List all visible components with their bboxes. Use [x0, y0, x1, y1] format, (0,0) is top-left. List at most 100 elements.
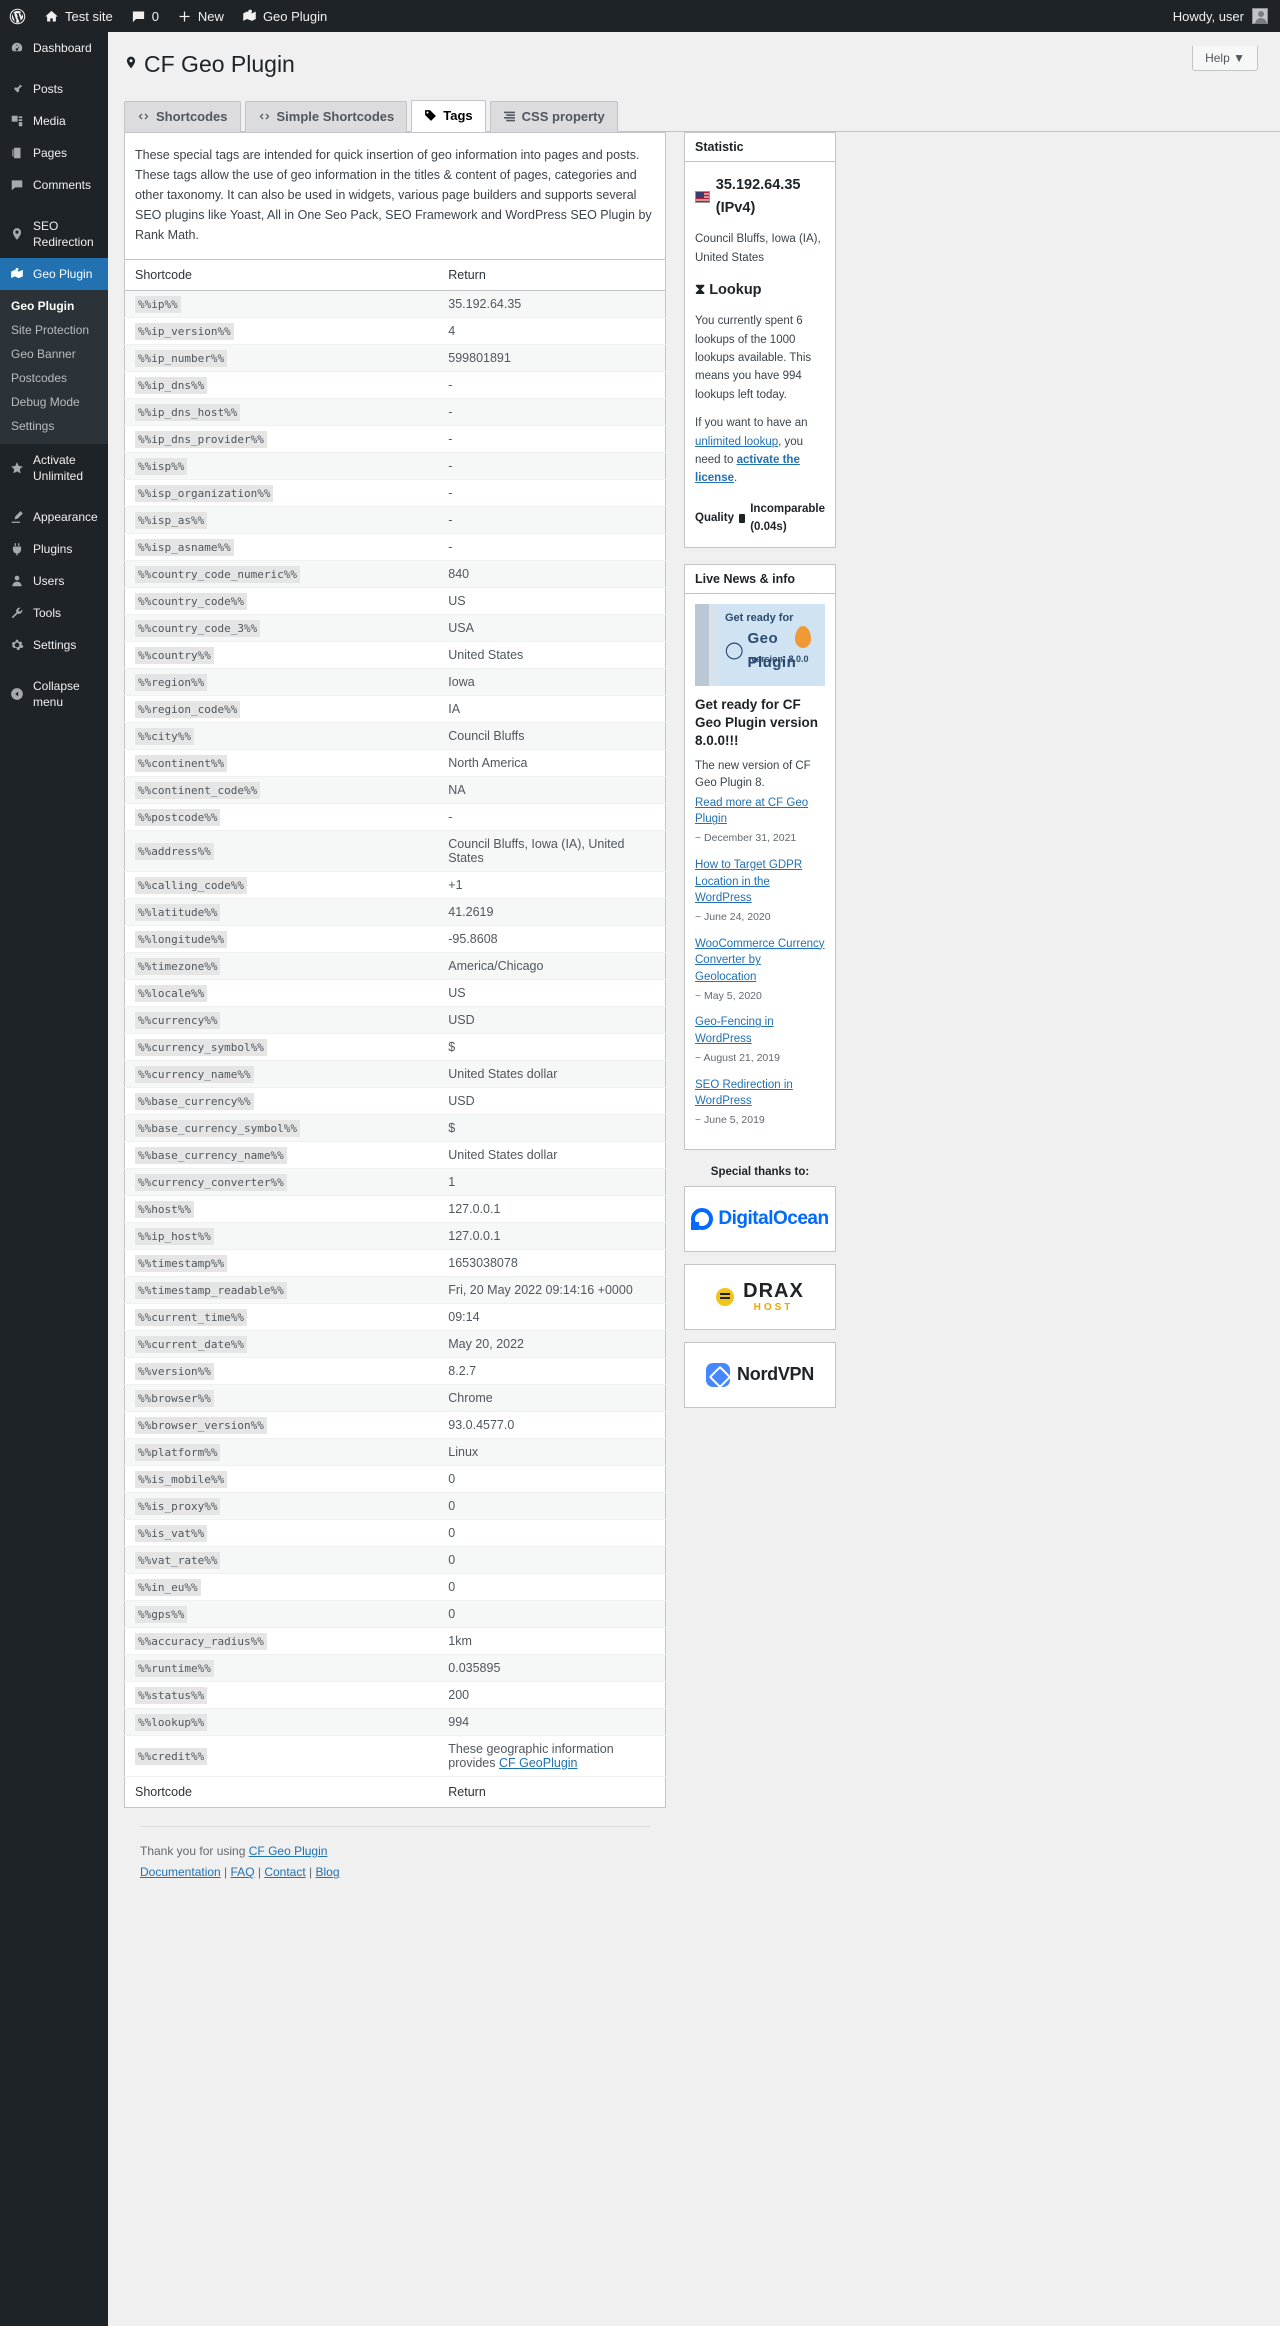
shortcode-token[interactable]: %%latitude%% — [135, 903, 221, 921]
footer-link-faq[interactable]: FAQ — [231, 1865, 255, 1879]
submenu-item-settings[interactable]: Settings — [0, 414, 108, 438]
shortcode-token[interactable]: %%timezone%% — [135, 957, 221, 975]
shortcode-token[interactable]: %%accuracy_radius%% — [135, 1632, 267, 1650]
footer-link-blog[interactable]: Blog — [315, 1865, 339, 1879]
submenu-item-debug-mode[interactable]: Debug Mode — [0, 390, 108, 414]
shortcode-token[interactable]: %%isp_organization%% — [135, 484, 274, 502]
sidebar-item-plugins[interactable]: Plugins — [0, 533, 108, 565]
sidebar-item-comments[interactable]: Comments — [0, 169, 108, 201]
shortcode-token[interactable]: %%in_eu%% — [135, 1578, 201, 1596]
cf-geoplugin-credit-link[interactable]: CF GeoPlugin — [499, 1756, 578, 1770]
sidebar-item-seo-redirection[interactable]: SEO Redirection — [0, 210, 108, 258]
sidebar-item-geo-plugin[interactable]: Geo Plugin — [0, 258, 108, 290]
unlimited-lookup-link[interactable]: unlimited lookup — [695, 436, 778, 448]
sponsor-draxhost[interactable]: DRAX HOST — [684, 1263, 836, 1330]
sidebar-item-collapse-menu[interactable]: Collapse menu — [0, 670, 108, 718]
tab-css-property[interactable]: CSS property — [489, 100, 618, 132]
shortcode-token[interactable]: %%runtime%% — [135, 1659, 214, 1677]
sidebar-item-tools[interactable]: Tools — [0, 597, 108, 629]
sidebar-item-dashboard[interactable]: Dashboard — [0, 32, 108, 64]
shortcode-token[interactable]: %%region%% — [135, 673, 208, 691]
shortcode-token[interactable]: %%region_code%% — [135, 700, 241, 718]
shortcode-token[interactable]: %%ip_dns%% — [135, 376, 208, 394]
shortcode-token[interactable]: %%country_code_numeric%% — [135, 565, 300, 583]
shortcode-token[interactable]: %%host%% — [135, 1200, 194, 1218]
shortcode-token[interactable]: %%current_time%% — [135, 1308, 247, 1326]
sidebar-item-appearance[interactable]: Appearance — [0, 501, 108, 533]
shortcode-token[interactable]: %%ip%% — [135, 295, 181, 313]
shortcode-token[interactable]: %%address%% — [135, 842, 214, 860]
shortcode-token[interactable]: %%ip_dns_host%% — [135, 403, 241, 421]
shortcode-token[interactable]: %%credit%% — [135, 1747, 208, 1765]
adminbar-item-new[interactable]: New — [168, 0, 233, 32]
shortcode-token[interactable]: %%browser_version%% — [135, 1416, 267, 1434]
adminbar-item-geo-plugin[interactable]: Geo Plugin — [233, 0, 336, 32]
help-tab-button[interactable]: Help ▼ — [1192, 46, 1258, 71]
shortcode-token[interactable]: %%locale%% — [135, 984, 208, 1002]
shortcode-token[interactable]: %%status%% — [135, 1686, 208, 1704]
shortcode-token[interactable]: %%browser%% — [135, 1389, 214, 1407]
shortcode-token[interactable]: %%current_date%% — [135, 1335, 247, 1353]
news-readmore-link[interactable]: Read more at CF Geo Plugin — [695, 795, 825, 828]
shortcode-token[interactable]: %%ip_version%% — [135, 322, 234, 340]
news-link-geofencing[interactable]: Geo-Fencing in WordPress — [695, 1014, 825, 1047]
news-banner-image[interactable]: Get ready for Geo Plugin version: 8.0.0 — [695, 603, 825, 686]
shortcode-token[interactable]: %%timestamp%% — [135, 1254, 228, 1272]
shortcode-token[interactable]: %%base_currency_symbol%% — [135, 1119, 300, 1137]
shortcode-token[interactable]: %%currency%% — [135, 1011, 221, 1029]
shortcode-token[interactable]: %%lookup%% — [135, 1713, 208, 1731]
news-link-seo-redirection[interactable]: SEO Redirection in WordPress — [695, 1077, 825, 1110]
shortcode-token[interactable]: %%is_mobile%% — [135, 1470, 228, 1488]
wordpress-logo-button[interactable] — [0, 0, 35, 32]
tab-tags[interactable]: Tags — [411, 99, 486, 132]
shortcode-token[interactable]: %%calling_code%% — [135, 876, 247, 894]
shortcode-token[interactable]: %%postcode%% — [135, 808, 221, 826]
shortcode-token[interactable]: %%platform%% — [135, 1443, 221, 1461]
shortcode-token[interactable]: %%currency_name%% — [135, 1065, 254, 1083]
sidebar-item-posts[interactable]: Posts — [0, 73, 108, 105]
sidebar-item-media[interactable]: Media — [0, 105, 108, 137]
adminbar-item-comments[interactable]: 0 — [122, 0, 168, 32]
shortcode-token[interactable]: %%is_vat%% — [135, 1524, 208, 1542]
sidebar-item-settings[interactable]: Settings — [0, 629, 108, 661]
shortcode-token[interactable]: %%timestamp_readable%% — [135, 1281, 287, 1299]
shortcode-token[interactable]: %%gps%% — [135, 1605, 188, 1623]
footer-link-documentation[interactable]: Documentation — [140, 1865, 221, 1879]
sponsor-nordvpn[interactable]: NordVPN — [684, 1341, 836, 1408]
shortcode-token[interactable]: %%country_code%% — [135, 592, 247, 610]
adminbar-item-site[interactable]: Test site — [35, 0, 122, 32]
shortcode-token[interactable]: %%version%% — [135, 1362, 214, 1380]
shortcode-token[interactable]: %%ip_dns_provider%% — [135, 430, 267, 448]
submenu-item-geo-banner[interactable]: Geo Banner — [0, 342, 108, 366]
shortcode-token[interactable]: %%base_currency%% — [135, 1092, 254, 1110]
tab-shortcodes[interactable]: Shortcodes — [124, 100, 241, 132]
shortcode-token[interactable]: %%is_proxy%% — [135, 1497, 221, 1515]
shortcode-token[interactable]: %%isp_asname%% — [135, 538, 234, 556]
footer-link-contact[interactable]: Contact — [264, 1865, 305, 1879]
shortcode-token[interactable]: %%continent_code%% — [135, 781, 261, 799]
footer-plugin-link[interactable]: CF Geo Plugin — [249, 1844, 328, 1858]
adminbar-account[interactable]: Howdy, user — [1173, 8, 1280, 24]
shortcode-token[interactable]: %%continent%% — [135, 754, 228, 772]
shortcode-token[interactable]: %%country%% — [135, 646, 214, 664]
submenu-item-postcodes[interactable]: Postcodes — [0, 366, 108, 390]
sidebar-item-pages[interactable]: Pages — [0, 137, 108, 169]
shortcode-token[interactable]: %%base_currency_name%% — [135, 1146, 287, 1164]
submenu-item-site-protection[interactable]: Site Protection — [0, 318, 108, 342]
shortcode-token[interactable]: %%vat_rate%% — [135, 1551, 221, 1569]
shortcode-token[interactable]: %%ip_number%% — [135, 349, 228, 367]
sidebar-item-users[interactable]: Users — [0, 565, 108, 597]
news-link-gdpr[interactable]: How to Target GDPR Location in the WordP… — [695, 857, 825, 907]
shortcode-token[interactable]: %%isp_as%% — [135, 511, 208, 529]
tab-simple-shortcodes[interactable]: Simple Shortcodes — [244, 100, 408, 132]
shortcode-token[interactable]: %%currency_symbol%% — [135, 1038, 267, 1056]
shortcode-token[interactable]: %%isp%% — [135, 457, 188, 475]
sponsor-digitalocean[interactable]: DigitalOcean — [684, 1185, 836, 1252]
submenu-item-geo-plugin[interactable]: Geo Plugin — [0, 294, 108, 318]
shortcode-token[interactable]: %%country_code_3%% — [135, 619, 261, 637]
shortcode-token[interactable]: %%ip_host%% — [135, 1227, 214, 1245]
shortcode-token[interactable]: %%longitude%% — [135, 930, 228, 948]
shortcode-token[interactable]: %%currency_converter%% — [135, 1173, 287, 1191]
sidebar-item-activate-unlimited[interactable]: Activate Unlimited — [0, 444, 108, 492]
shortcode-token[interactable]: %%city%% — [135, 727, 194, 745]
